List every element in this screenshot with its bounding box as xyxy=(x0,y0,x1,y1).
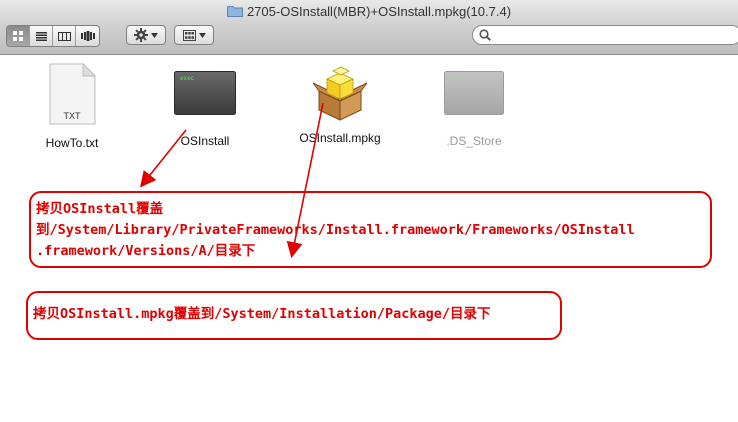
chevron-down-icon xyxy=(198,32,206,38)
arrange-menu-button[interactable] xyxy=(174,25,214,45)
arrow-mpkg xyxy=(286,102,324,259)
list-view-button[interactable] xyxy=(30,26,53,46)
coverflow-view-icon xyxy=(80,31,95,41)
list-view-icon xyxy=(35,31,47,41)
search-field[interactable] xyxy=(472,25,738,45)
chevron-down-icon xyxy=(151,32,158,38)
arrange-grid-icon xyxy=(182,29,196,41)
search-icon xyxy=(479,29,491,41)
folder-icon xyxy=(226,6,243,17)
gear-icon xyxy=(134,28,148,42)
coverflow-view-button[interactable] xyxy=(76,26,99,46)
column-view-button[interactable] xyxy=(53,26,76,46)
annotation-arrows xyxy=(140,102,324,259)
view-switcher xyxy=(6,25,100,47)
toolbar xyxy=(0,22,738,55)
icon-view-icon xyxy=(13,31,23,41)
search-input[interactable] xyxy=(495,27,729,43)
window-title: 2705-OSInstall(MBR)+OSInstall.mpkg(10.7.… xyxy=(246,3,512,19)
arrow-osinstall xyxy=(140,129,187,188)
icon-view-button[interactable] xyxy=(7,26,30,46)
column-view-icon xyxy=(57,31,71,41)
action-menu-button[interactable] xyxy=(126,25,166,45)
file-browser: TXT HowTo.txt exec OSInstall OSInstall.m… xyxy=(0,55,738,422)
title-bar: 2705-OSInstall(MBR)+OSInstall.mpkg(10.7.… xyxy=(0,0,738,22)
